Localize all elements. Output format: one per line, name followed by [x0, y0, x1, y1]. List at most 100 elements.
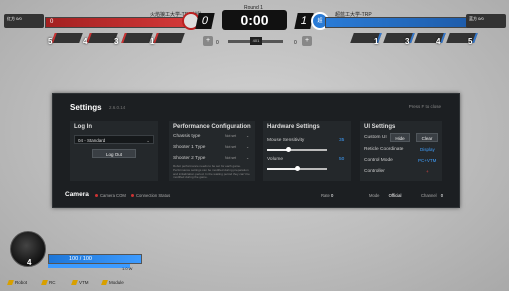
camera-com-status: Camera COM: [95, 193, 126, 198]
status-module: Module: [101, 280, 124, 286]
blue-corner-panel: 蓝方 0/0: [466, 14, 506, 28]
blue-team-hp-bar: 0: [325, 17, 477, 28]
camera-footer: Camera Camera COM Connection Status Rate…: [53, 188, 459, 206]
robot-hp-fill: [49, 255, 141, 263]
account-select-value: 04 - Standard: [78, 138, 106, 143]
camera-com-label: Camera COM: [100, 193, 126, 198]
robot-number: 4: [27, 258, 32, 267]
volume-label: Volume: [267, 157, 283, 162]
blue-robot-number: 4: [436, 37, 441, 46]
status-vtm: VTM: [71, 280, 89, 286]
channel-label: Channel: [421, 193, 437, 198]
ui-settings-section: UI Settings Custom UI Hide Clear Reticle…: [360, 121, 442, 181]
settings-title: Settings: [70, 103, 102, 112]
red-robot-number: 1: [150, 37, 155, 46]
status-dot-icon: [131, 194, 134, 198]
hide-button[interactable]: Hide: [390, 133, 410, 142]
red-buff-value: 0: [216, 40, 219, 46]
connection-status-label: Connection Status: [136, 193, 171, 198]
channel-readout: Channel 0: [421, 193, 443, 198]
control-mode-label: Control Mode: [364, 158, 393, 163]
red-buff-icon: +: [203, 36, 213, 46]
shooter2-type-select[interactable]: Not set ⌄: [225, 155, 249, 162]
red-corner-panel: 红方 0/0: [4, 14, 44, 28]
check-icon: [71, 280, 78, 286]
red-robot-number: 5: [48, 37, 53, 46]
mouse-sensitivity-fill: [267, 149, 288, 151]
check-icon: [7, 280, 14, 286]
status-dot-icon: [95, 194, 98, 198]
shooter1-type-value: Not set: [225, 145, 237, 149]
chassis-type-select[interactable]: Not set ⌄: [225, 133, 249, 140]
robot-hp-bar: 100 / 100: [48, 254, 142, 264]
status-vtm-label: VTM: [79, 280, 89, 285]
volume-knob[interactable]: [295, 166, 300, 171]
status-rc: RC: [41, 280, 56, 286]
shooter1-type-label: Shooter 1 Type: [173, 145, 206, 150]
logout-button[interactable]: Log Out: [92, 149, 136, 158]
chassis-type-value: Not set: [225, 134, 237, 138]
login-section: Log In 04 - Standard ⌄ Log Out: [70, 121, 158, 181]
control-mode-value[interactable]: PC+VTM: [418, 158, 436, 163]
performance-note: Robot performance needs to be set for ea…: [173, 164, 250, 180]
close-hint: Press F to close: [408, 104, 441, 109]
rate-value: 0: [331, 193, 334, 198]
volume-fill: [267, 168, 297, 170]
mouse-sensitivity-label: Mouse Sensitivity: [267, 138, 305, 143]
chevron-down-icon: ⌄: [146, 138, 150, 143]
mode-label: Mode: [369, 193, 380, 198]
performance-title: Performance Configuration: [173, 124, 251, 130]
blue-robot-card: [383, 33, 415, 43]
blue-robot-number: 1: [374, 37, 379, 46]
red-robot-card: [121, 33, 153, 43]
blue-buff-icon: +: [302, 36, 312, 46]
performance-section: Performance Configuration Chassis type N…: [169, 121, 255, 181]
check-icon: [41, 280, 48, 286]
red-robot-card: [153, 33, 185, 43]
robot-sub-label: 1.0 W: [122, 266, 133, 271]
center-chip: 401: [250, 37, 262, 45]
blue-corner-text: 蓝方 0/0: [469, 16, 484, 21]
red-corner-text: 红方 0/0: [7, 16, 22, 21]
mode-value[interactable]: Official: [389, 193, 402, 198]
robot-sub-bar: [48, 264, 130, 268]
account-select[interactable]: 04 - Standard ⌄: [74, 135, 154, 144]
status-robot: Robot: [7, 280, 27, 286]
connection-status: Connection Status: [131, 193, 170, 198]
settings-version: 2.6.0.14: [109, 105, 126, 110]
chevron-down-icon: ⌄: [246, 145, 249, 149]
red-robot-number: 3: [114, 37, 119, 46]
mouse-sensitivity-value: 35: [339, 138, 345, 143]
reticle-coordinate-value[interactable]: Display: [420, 147, 435, 152]
channel-value[interactable]: 0: [441, 193, 443, 198]
shooter2-type-value: Not set: [225, 156, 237, 160]
chevron-down-icon: ⌄: [246, 156, 249, 160]
mouse-sensitivity-knob[interactable]: [286, 147, 291, 152]
chevron-down-icon: ⌄: [246, 134, 249, 138]
shooter1-type-select[interactable]: Not set ⌄: [225, 144, 249, 151]
timer-text: 0:00: [240, 12, 269, 28]
red-robot-card: [51, 33, 83, 43]
clear-button[interactable]: Clear: [416, 133, 438, 142]
camera-title: Camera: [65, 191, 89, 198]
blue-robot-number: 3: [405, 37, 410, 46]
controller-value[interactable]: +: [426, 169, 429, 174]
mode-readout: Mode Official: [369, 193, 401, 198]
blue-robot-number: 5: [468, 37, 473, 46]
rate-label: Rate: [321, 193, 330, 198]
reticle-coordinate-label: Reticle Coordinate: [364, 147, 404, 152]
controller-label: Controller: [364, 169, 385, 174]
rate-readout: Rate 0: [321, 193, 333, 198]
blue-robot-card: [414, 33, 446, 43]
hardware-title: Hardware Settings: [267, 124, 320, 130]
blue-buff-value: 0: [294, 40, 297, 46]
volume-value: 50: [339, 157, 345, 162]
status-module-label: Module: [109, 280, 124, 285]
ui-settings-title: UI Settings: [364, 124, 396, 130]
check-icon: [101, 280, 108, 286]
red-team-hp-bar: 0: [45, 17, 197, 28]
red-hp-value: 0: [50, 19, 54, 25]
settings-dialog: Settings 2.6.0.14 Press F to close Log I…: [52, 93, 460, 208]
robot-hp-text: 100 / 100: [69, 256, 92, 262]
blue-robot-card: [446, 33, 478, 43]
